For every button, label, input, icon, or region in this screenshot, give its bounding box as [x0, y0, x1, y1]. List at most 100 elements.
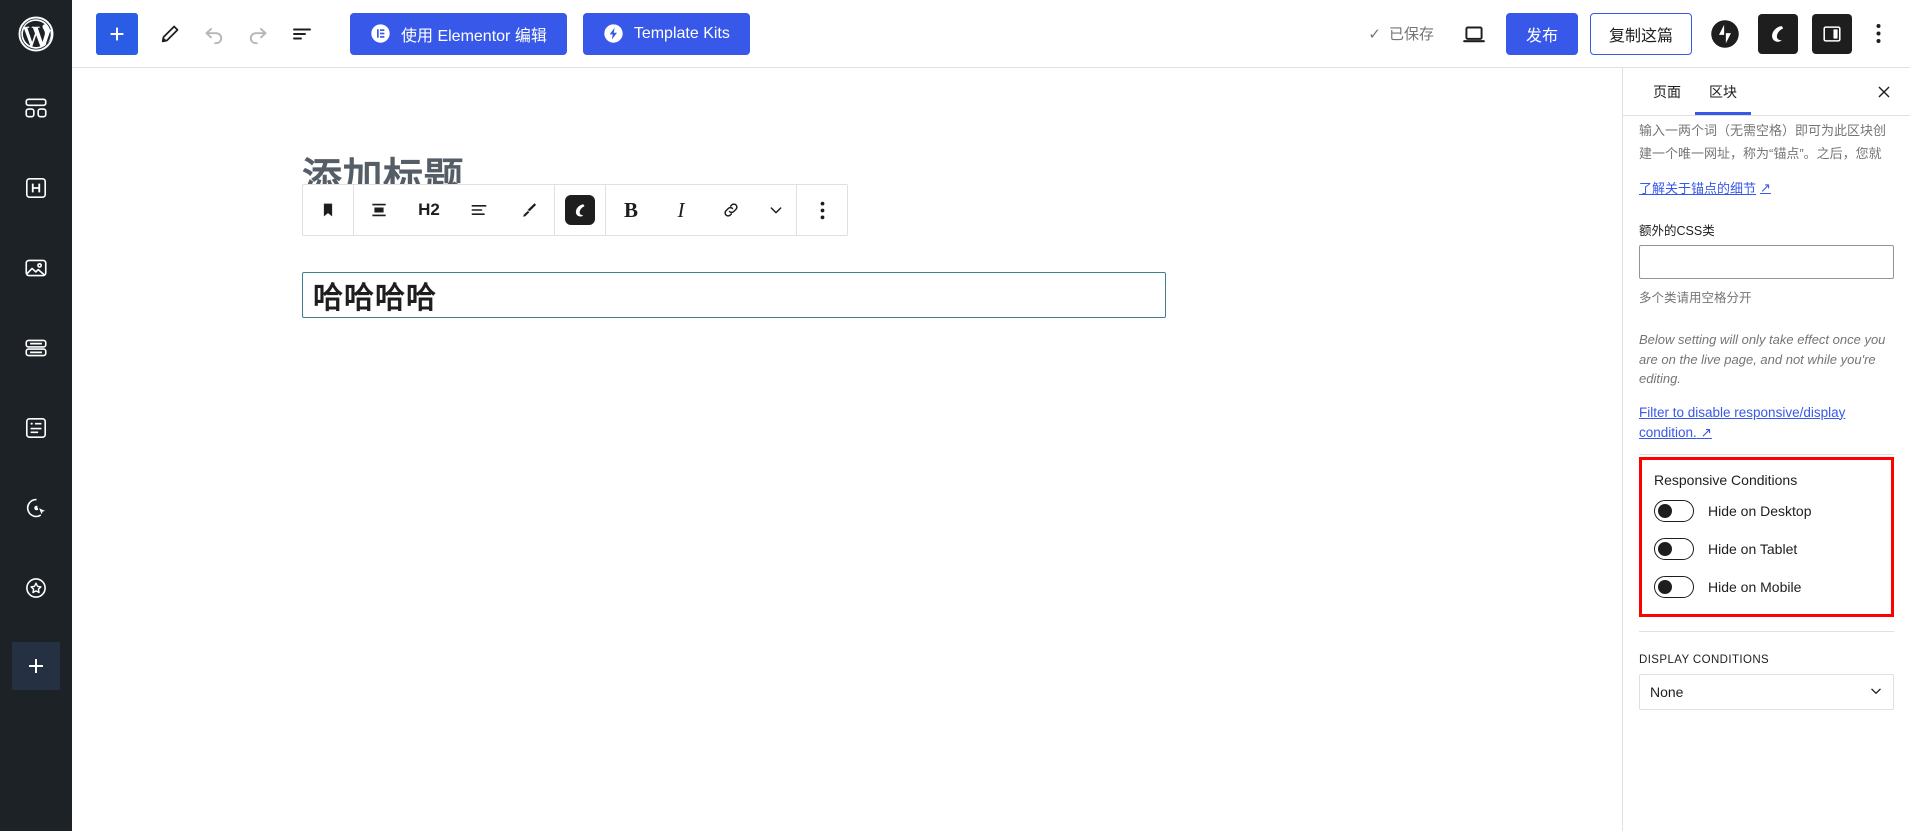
duplicate-label: 复制这篇 [1608, 27, 1673, 45]
filter-condition-link[interactable]: Filter to disable responsive/display con… [1639, 403, 1894, 445]
left-rail [0, 0, 72, 831]
plugin-block-button[interactable] [555, 185, 605, 235]
highlight-button[interactable] [504, 185, 554, 235]
document-inner: 添加标题 H2 B I 哈哈哈哈 [302, 156, 1166, 318]
document: 添加标题 H2 B I 哈哈哈哈 [72, 68, 1622, 318]
elementor-icon [370, 23, 391, 44]
list-view-button[interactable] [280, 12, 324, 56]
add-block-rail-button[interactable] [12, 642, 60, 690]
sidebar-item-favorites[interactable] [0, 548, 72, 628]
bolt-circle-icon [604, 24, 623, 43]
anchor-help-link-label: 了解关于锚点的细节 [1639, 181, 1757, 196]
tab-page[interactable]: 页面 [1639, 68, 1695, 115]
editor-canvas[interactable]: 添加标题 H2 B I 哈哈哈哈 [72, 68, 1622, 831]
check-icon: ✓ [1368, 25, 1381, 43]
edit-mode-button[interactable] [148, 12, 192, 56]
edit-with-elementor-button[interactable]: 使用 Elementor 编辑 [350, 12, 567, 55]
save-status[interactable]: ✓ 已保存 [1368, 23, 1434, 44]
laptop-preview-icon [1463, 26, 1485, 42]
display-conditions-value: None [1650, 684, 1684, 701]
kebab-menu-icon [1876, 24, 1880, 43]
close-sidebar-button[interactable] [1866, 74, 1902, 110]
hide-on-desktop-toggle[interactable] [1654, 500, 1694, 523]
undo-button[interactable] [192, 12, 236, 56]
jetpack-button[interactable] [1706, 15, 1744, 53]
anchor-help-link[interactable]: 了解关于锚点的细节 ↗ [1639, 178, 1771, 197]
css-class-input[interactable] [1639, 245, 1894, 279]
pencil-icon [161, 25, 179, 42]
heading-block[interactable]: 哈哈哈哈 [302, 272, 1166, 318]
sidebar-item-heading[interactable] [0, 148, 72, 228]
tab-block-label: 区块 [1709, 83, 1737, 100]
hide-on-tablet-toggle[interactable] [1654, 538, 1694, 561]
display-conditions-select[interactable]: None [1639, 674, 1894, 711]
stacked-bars-icon [25, 339, 47, 357]
block-type-button[interactable] [303, 185, 353, 235]
wordpress-logo[interactable] [0, 0, 72, 68]
image-icon [25, 259, 47, 277]
template-kits-button[interactable]: Template Kits [582, 12, 750, 55]
elementor-glyph [371, 24, 390, 43]
sidebar-item-media[interactable] [0, 228, 72, 308]
divider [1639, 631, 1894, 633]
toolbar-group-format: H2 [354, 185, 555, 235]
block-options-button[interactable] [797, 185, 847, 235]
align-text-button[interactable] [354, 185, 404, 235]
external-link-icon: ↗ [1760, 179, 1771, 195]
sidebar-item-interactions[interactable] [0, 468, 72, 548]
plus-icon [110, 27, 124, 40]
dashboard-blocks-icon [25, 98, 47, 118]
hide-on-mobile-toggle[interactable] [1654, 576, 1694, 599]
template-kits-label: Template Kits [633, 24, 730, 42]
redo-icon [249, 27, 267, 44]
sidebar-item-layout[interactable] [0, 308, 72, 388]
add-block-button[interactable] [96, 12, 138, 55]
envato-icon [1772, 25, 1784, 42]
toolbar-group-inline: B I [606, 185, 797, 235]
rail-item-list [0, 68, 72, 690]
sidebar-item-document[interactable] [0, 388, 72, 468]
envato-button[interactable] [1758, 13, 1798, 54]
live-page-note: Below setting will only take effect once… [1639, 332, 1886, 386]
edit-with-elementor-label: 使用 Elementor 编辑 [401, 27, 547, 45]
sidebar-content: 输入一两个词（无需空格）即可为此区块创建一个唯一网址，称为“锚点”。之后，您就可… [1623, 116, 1910, 831]
more-formats-button[interactable] [756, 185, 796, 235]
settings-sidebar: 页面 区块 输入一两个词（无需空格）即可为此区块创建一个唯一网址，称为“锚点”。… [1622, 68, 1910, 831]
settings-panel-toggle[interactable] [1812, 13, 1852, 54]
main-column: 使用 Elementor 编辑 Template Kits ✓ 已保存 发布 复… [72, 0, 1910, 831]
link-icon [724, 203, 738, 217]
text-align-button[interactable] [454, 185, 504, 235]
block-toolbar: H2 B I [302, 184, 848, 236]
preview-button[interactable] [1452, 12, 1496, 56]
template-kits-icon [603, 23, 624, 44]
heading-level-button[interactable]: H2 [404, 185, 454, 235]
publish-button[interactable]: 发布 [1505, 12, 1578, 55]
redo-button[interactable] [236, 12, 280, 56]
toolbar-group-options [797, 185, 847, 235]
bookmark-block-icon [323, 203, 333, 217]
hide-on-desktop-row[interactable]: Hide on Desktop [1654, 500, 1879, 523]
highlighter-icon [523, 203, 537, 217]
hide-on-tablet-row[interactable]: Hide on Tablet [1654, 538, 1879, 561]
link-button[interactable] [706, 185, 756, 235]
editor-body: 添加标题 H2 B I 哈哈哈哈 页面 区块 输入一两个词（无需空格）即可为此区… [72, 68, 1910, 831]
more-options-button[interactable] [1862, 14, 1894, 54]
display-conditions-title: DISPLAY CONDITIONS [1639, 654, 1770, 667]
bold-button[interactable]: B [606, 185, 656, 235]
hide-on-desktop-label: Hide on Desktop [1708, 503, 1812, 520]
duplicate-post-button[interactable]: 复制这篇 [1589, 12, 1692, 55]
italic-button[interactable]: I [656, 185, 706, 235]
save-status-label: 已保存 [1388, 26, 1434, 43]
wordpress-block-editor: 使用 Elementor 编辑 Template Kits ✓ 已保存 发布 复… [0, 0, 1910, 831]
envato-block-icon [565, 195, 595, 225]
responsive-conditions-title: Responsive Conditions [1654, 472, 1798, 489]
list-view-icon [293, 28, 311, 39]
hide-on-mobile-row[interactable]: Hide on Mobile [1654, 576, 1879, 599]
kebab-menu-icon [820, 201, 824, 219]
css-class-label: 额外的CSS类 [1639, 224, 1715, 238]
tab-block[interactable]: 区块 [1695, 68, 1751, 115]
anchor-description: 输入一两个词（无需空格）即可为此区块创建一个唯一网址，称为“锚点”。之后，您就可… [1639, 123, 1887, 161]
sidebar-item-dashboard[interactable] [0, 68, 72, 148]
jetpack-icon [1711, 19, 1739, 48]
external-link-icon: ↗ [1700, 425, 1712, 441]
